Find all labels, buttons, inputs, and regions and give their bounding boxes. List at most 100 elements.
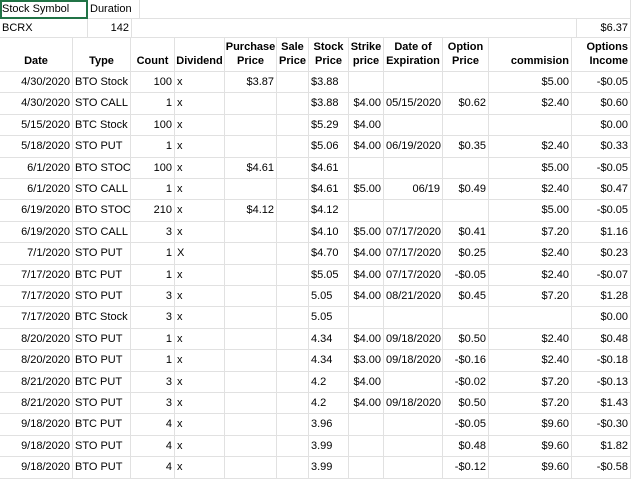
cell-purchase-price[interactable] xyxy=(225,221,277,244)
cell-count[interactable]: 1 xyxy=(131,93,175,115)
cell-purchase-price[interactable]: $4.12 xyxy=(225,200,277,222)
cell-commission[interactable]: $7.20 xyxy=(489,221,572,244)
cell-strike-price[interactable] xyxy=(349,200,384,222)
cell-expiration[interactable] xyxy=(384,457,443,479)
cell-stock-price[interactable]: $5.06 xyxy=(309,136,349,158)
cell-strike-price[interactable]: $4.00 xyxy=(349,328,384,351)
cell-sale-price[interactable] xyxy=(277,307,309,329)
cell-dividend[interactable]: x xyxy=(175,157,225,179)
cell-date[interactable]: 6/1/2020 xyxy=(0,179,73,201)
cell-purchase-price[interactable] xyxy=(225,371,277,393)
header-stock-price[interactable]: Stock Price xyxy=(309,38,349,72)
cell-purchase-price[interactable] xyxy=(225,114,277,137)
cell-type[interactable]: STO PUT xyxy=(73,243,131,265)
cell-purchase-price[interactable] xyxy=(225,457,277,479)
cell-count[interactable]: 1 xyxy=(131,243,175,265)
cell-option-price[interactable]: $0.49 xyxy=(443,179,489,201)
cell-expiration[interactable] xyxy=(384,414,443,436)
cell-type[interactable]: STO PUT xyxy=(73,286,131,308)
cell-date[interactable]: 6/1/2020 xyxy=(0,157,73,179)
cell-expiration[interactable]: 05/15/2020 xyxy=(384,93,443,115)
cell-purchase-price[interactable] xyxy=(225,328,277,351)
cell-dividend[interactable]: x xyxy=(175,307,225,329)
cell-options-income[interactable]: -$0.58 xyxy=(572,457,631,479)
cell-count[interactable]: 1 xyxy=(131,328,175,351)
cell-strike-price[interactable]: $4.00 xyxy=(349,371,384,393)
cell-option-price[interactable]: -$0.05 xyxy=(443,264,489,286)
cell-count[interactable]: 3 xyxy=(131,221,175,244)
cell-dividend[interactable]: x xyxy=(175,93,225,115)
cell-dividend[interactable]: x xyxy=(175,328,225,351)
cell-stock-price[interactable]: $4.10 xyxy=(309,221,349,244)
cell-option-price[interactable] xyxy=(443,157,489,179)
header-strike-price[interactable]: Strike price xyxy=(349,38,384,72)
cell-dividend[interactable]: x xyxy=(175,435,225,458)
cell-empty-row1[interactable] xyxy=(140,0,631,19)
cell-expiration[interactable] xyxy=(384,307,443,329)
cell-count[interactable]: 4 xyxy=(131,457,175,479)
cell-dividend[interactable]: X xyxy=(175,243,225,265)
cell-date[interactable]: 4/30/2020 xyxy=(0,93,73,115)
cell-expiration[interactable] xyxy=(384,114,443,137)
cell-option-price[interactable] xyxy=(443,72,489,94)
cell-purchase-price[interactable] xyxy=(225,307,277,329)
cell-purchase-price[interactable] xyxy=(225,264,277,286)
cell-strike-price[interactable]: $4.00 xyxy=(349,114,384,137)
cell-options-income[interactable]: -$0.18 xyxy=(572,350,631,372)
cell-expiration[interactable]: 06/19 xyxy=(384,179,443,201)
cell-date[interactable]: 6/19/2020 xyxy=(0,221,73,244)
cell-options-income[interactable]: -$0.05 xyxy=(572,200,631,222)
cell-expiration[interactable]: 09/18/2020 xyxy=(384,350,443,372)
cell-purchase-price[interactable] xyxy=(225,286,277,308)
cell-purchase-price[interactable] xyxy=(225,435,277,458)
cell-dividend[interactable]: x xyxy=(175,72,225,94)
cell-option-price[interactable]: -$0.16 xyxy=(443,350,489,372)
cell-count[interactable]: 100 xyxy=(131,157,175,179)
cell-stock-price[interactable]: 3.96 xyxy=(309,414,349,436)
cell-stock-price[interactable]: $4.61 xyxy=(309,157,349,179)
cell-commission[interactable]: $5.00 xyxy=(489,72,572,94)
cell-option-price[interactable] xyxy=(443,114,489,137)
header-options-income[interactable]: Options Income xyxy=(572,38,631,72)
cell-stock-price[interactable]: $5.29 xyxy=(309,114,349,137)
cell-duration-value[interactable]: 142 xyxy=(88,19,132,38)
cell-strike-price[interactable]: $3.00 xyxy=(349,350,384,372)
cell-date[interactable]: 7/1/2020 xyxy=(0,243,73,265)
cell-sale-price[interactable] xyxy=(277,200,309,222)
cell-commission[interactable]: $2.40 xyxy=(489,350,572,372)
cell-stock-price[interactable]: 4.2 xyxy=(309,393,349,415)
cell-commission[interactable]: $2.40 xyxy=(489,179,572,201)
cell-purchase-price[interactable] xyxy=(225,393,277,415)
cell-date[interactable]: 7/17/2020 xyxy=(0,264,73,286)
cell-strike-price[interactable]: $5.00 xyxy=(349,179,384,201)
cell-strike-price[interactable] xyxy=(349,435,384,458)
cell-empty-row2[interactable] xyxy=(132,19,577,38)
cell-options-income[interactable]: -$0.30 xyxy=(572,414,631,436)
cell-commission[interactable]: $2.40 xyxy=(489,136,572,158)
cell-purchase-price[interactable]: $3.87 xyxy=(225,72,277,94)
cell-date[interactable]: 7/17/2020 xyxy=(0,307,73,329)
cell-commission[interactable]: $5.00 xyxy=(489,200,572,222)
cell-stock-price[interactable]: $3.88 xyxy=(309,72,349,94)
cell-sale-price[interactable] xyxy=(277,72,309,94)
cell-strike-price[interactable]: $4.00 xyxy=(349,136,384,158)
cell-dividend[interactable]: x xyxy=(175,114,225,137)
cell-symbol-value[interactable]: BCRX xyxy=(0,19,88,38)
cell-sale-price[interactable] xyxy=(277,328,309,351)
cell-date[interactable]: 8/20/2020 xyxy=(0,328,73,351)
cell-type[interactable]: BTO STOCK xyxy=(73,200,131,222)
cell-date[interactable]: 4/30/2020 xyxy=(0,72,73,94)
cell-expiration[interactable]: 07/17/2020 xyxy=(384,264,443,286)
cell-option-price[interactable]: $0.50 xyxy=(443,328,489,351)
cell-options-income[interactable]: $1.28 xyxy=(572,286,631,308)
cell-options-income[interactable]: $1.16 xyxy=(572,221,631,244)
cell-sale-price[interactable] xyxy=(277,286,309,308)
cell-option-price[interactable]: -$0.12 xyxy=(443,457,489,479)
cell-sale-price[interactable] xyxy=(277,179,309,201)
cell-total-income[interactable]: $6.37 xyxy=(577,19,631,38)
cell-dividend[interactable]: x xyxy=(175,136,225,158)
cell-purchase-price[interactable] xyxy=(225,93,277,115)
cell-strike-price[interactable] xyxy=(349,157,384,179)
cell-expiration[interactable]: 07/17/2020 xyxy=(384,243,443,265)
cell-dividend[interactable]: x xyxy=(175,286,225,308)
